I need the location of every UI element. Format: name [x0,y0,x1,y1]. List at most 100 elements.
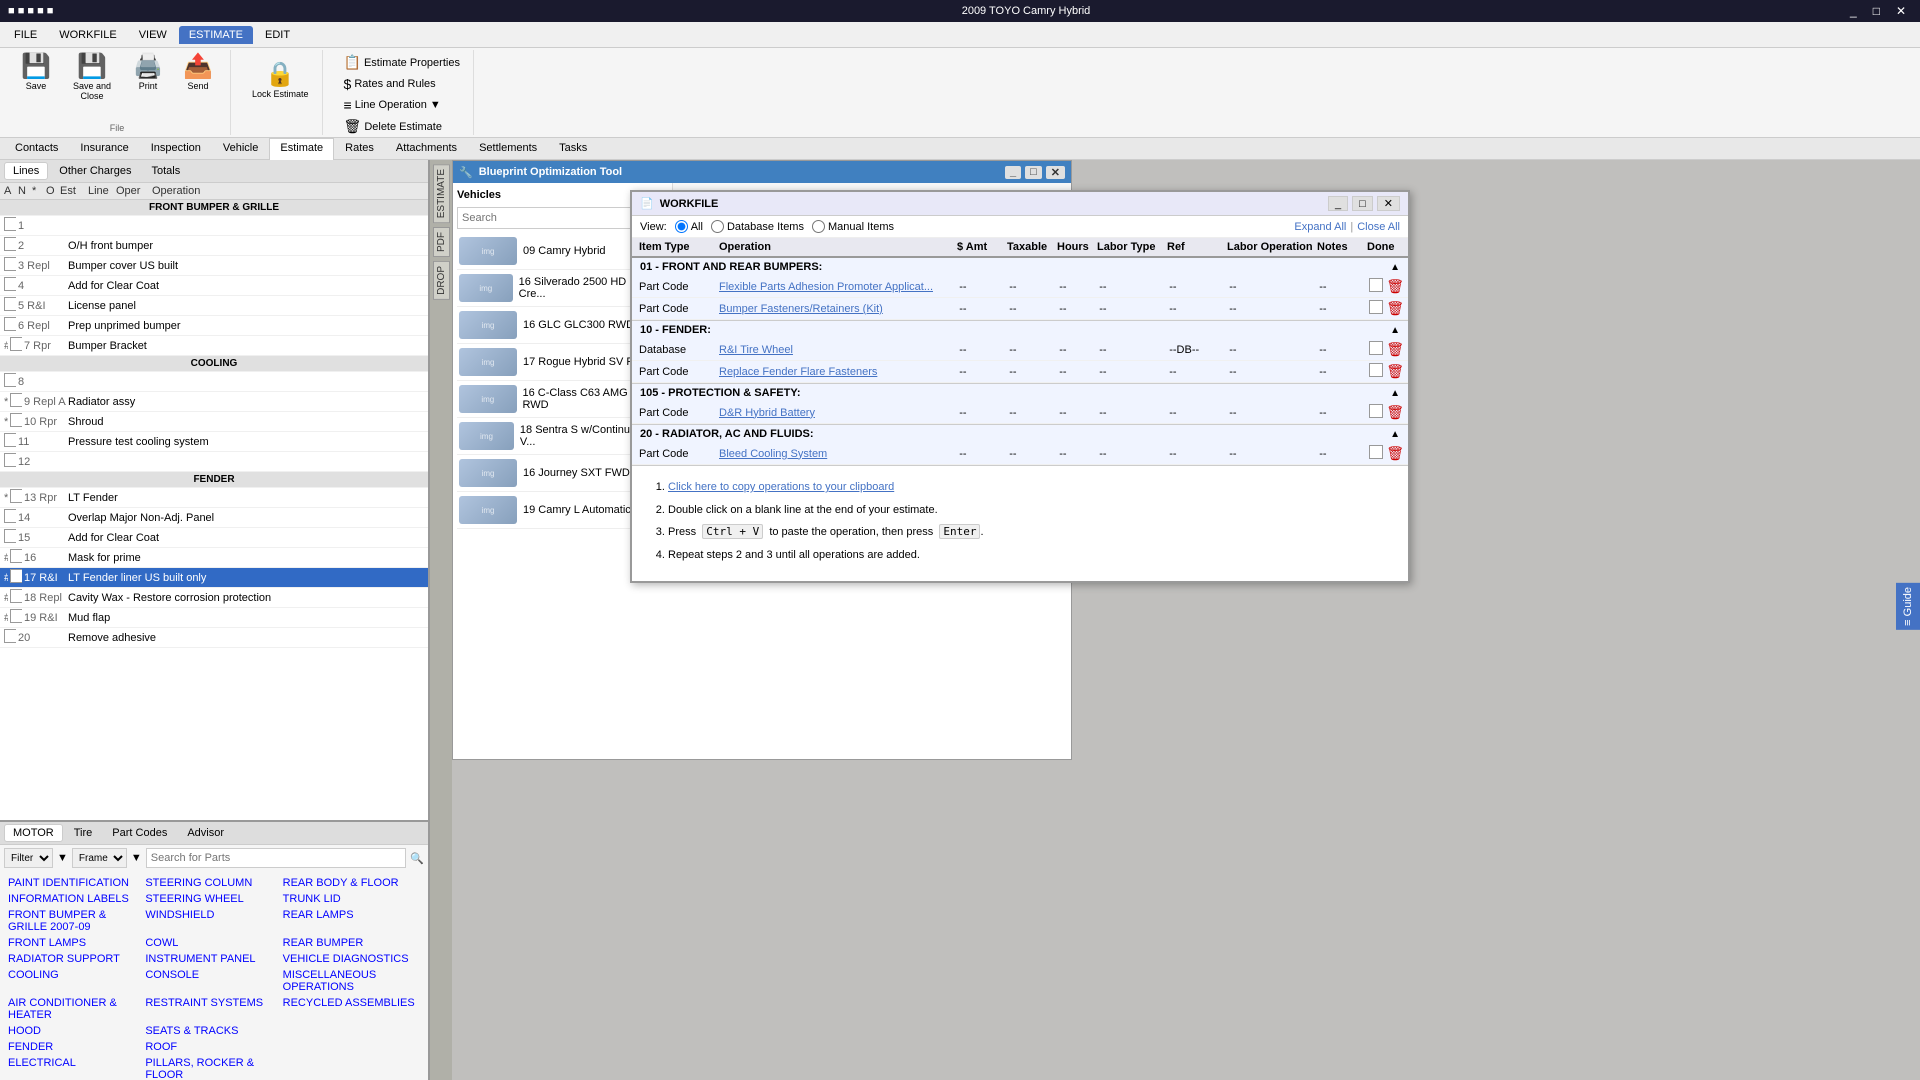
bot-tab-tire[interactable]: Tire [65,824,102,842]
row-checkbox[interactable] [10,589,22,603]
row-checkbox[interactable] [4,373,16,387]
close-btn[interactable]: ✕ [1890,4,1912,18]
part-cat-steering-col[interactable]: STEERING COLUMN [145,875,282,891]
save-button[interactable]: 💾 Save [12,52,60,104]
menu-view[interactable]: VIEW [129,26,177,44]
table-row[interactable]: 3 Repl Bumper cover US built [0,256,428,276]
wf-section-protection-header[interactable]: 105 - PROTECTION & SAFETY: ▲ [632,384,1408,402]
table-row[interactable]: 4 Add for Clear Coat [0,276,428,296]
wfi-done-check[interactable] [1366,300,1386,317]
table-row[interactable]: # 7 Rpr Bumper Bracket [0,336,428,356]
table-row[interactable]: # 16 Mask for prime [0,548,428,568]
menu-file[interactable]: FILE [4,26,47,44]
tab-attachments[interactable]: Attachments [385,138,468,159]
wf-item-row[interactable]: Part Code D&R Hybrid Battery -- -- -- --… [632,402,1408,424]
table-row[interactable]: 5 R&I License panel [0,296,428,316]
view-all-radio[interactable]: All [675,220,703,233]
maximize-btn[interactable]: □ [1867,4,1886,18]
wfi-op[interactable]: Flexible Parts Adhesion Promoter Applica… [716,281,956,293]
menu-workfile[interactable]: WORKFILE [49,26,126,44]
row-checkbox[interactable] [4,453,16,467]
row-checkbox[interactable] [4,217,16,231]
part-cat-rear-lamps[interactable]: REAR LAMPS [283,907,420,935]
row-checkbox[interactable] [4,629,16,643]
done-checkbox[interactable] [1369,404,1383,418]
wfi-done-check[interactable] [1366,341,1386,358]
wf-op-link[interactable]: D&R Hybrid Battery [719,407,815,419]
table-row[interactable]: # 18 Repl Cavity Wax - Restore corrosion… [0,588,428,608]
wf-maximize[interactable]: □ [1352,196,1373,211]
estimate-side-btn[interactable]: ESTIMATE [433,164,450,223]
row-checkbox[interactable] [10,393,22,407]
part-cat-vehicle-diag[interactable]: VEHICLE DIAGNOSTICS [283,951,420,967]
row-checkbox[interactable] [10,489,22,503]
wf-collapse-fender[interactable]: ▲ [1390,325,1400,336]
part-cat-recycled[interactable]: RECYCLED ASSEMBLIES [283,995,420,1023]
wfi-done-check[interactable] [1366,404,1386,421]
copy-ops-link[interactable]: Click here to copy operations to your cl… [668,481,894,493]
wfi-op[interactable]: D&R Hybrid Battery [716,407,956,419]
wfi-op[interactable]: R&I Tire Wheel [716,344,956,356]
done-checkbox[interactable] [1369,341,1383,355]
tab-inspection[interactable]: Inspection [140,138,212,159]
part-cat-electrical[interactable]: ELECTRICAL [8,1055,145,1080]
wf-delete-btn[interactable]: 🗑 [1386,341,1404,358]
wf-op-link[interactable]: R&I Tire Wheel [719,344,793,356]
expand-all-link[interactable]: Expand All [1294,221,1346,233]
bot-tab-motor[interactable]: MOTOR [4,824,63,842]
row-checkbox[interactable] [10,549,22,563]
wfi-done-check[interactable] [1366,363,1386,380]
wf-delete-btn[interactable]: 🗑 [1386,363,1404,380]
table-row[interactable]: 6 Repl Prep unprimed bumper [0,316,428,336]
send-button[interactable]: 📤 Send [174,52,222,104]
table-row[interactable]: 15 Add for Clear Coat [0,528,428,548]
row-checkbox[interactable] [4,317,16,331]
drop-side-btn[interactable]: DROP [433,261,450,300]
row-checkbox[interactable] [10,609,22,623]
part-cat-windshield[interactable]: WINDSHIELD [145,907,282,935]
tab-tasks[interactable]: Tasks [548,138,598,159]
part-cat-paint-id[interactable]: PAINT IDENTIFICATION [8,875,145,891]
pdf-side-btn[interactable]: PDF [433,227,450,257]
menu-edit[interactable]: EDIT [255,26,300,44]
save-close-button[interactable]: 💾 Save and Close [62,52,122,104]
row-checkbox[interactable] [4,237,16,251]
est-tab-totals[interactable]: Totals [142,162,189,180]
wf-collapse-protection[interactable]: ▲ [1390,388,1400,399]
line-operation-button[interactable]: ≡ Line Operation ▼ [339,95,465,115]
part-cat-ac-heater[interactable]: AIR CONDITIONER & HEATER [8,995,145,1023]
table-row[interactable]: ** 9 Repl A/M Radiator assy [0,392,428,412]
table-row-selected[interactable]: # 17 R&I LT Fender liner US built only [0,568,428,588]
minimize-btn[interactable]: _ [1844,4,1863,18]
window-controls[interactable]: _ □ ✕ [1844,4,1912,18]
wf-minimize[interactable]: _ [1328,196,1348,211]
row-checkbox[interactable] [10,337,22,351]
table-row[interactable]: 1 [0,216,428,236]
wf-op-link[interactable]: Flexible Parts Adhesion Promoter Applica… [719,281,933,293]
table-row[interactable]: 2 O/H front bumper [0,236,428,256]
guide-button[interactable]: ≡ Guide [1896,583,1920,630]
search-icon[interactable]: 🔍 [410,852,424,865]
wf-item-row[interactable]: Part Code Flexible Parts Adhesion Promot… [632,276,1408,298]
done-checkbox[interactable] [1369,278,1383,292]
done-checkbox[interactable] [1369,363,1383,377]
wfi-op[interactable]: Replace Fender Flare Fasteners [716,366,956,378]
table-row[interactable]: * 10 Rpr Shroud [0,412,428,432]
tab-contacts[interactable]: Contacts [4,138,69,159]
bp-close[interactable]: ✕ [1046,166,1065,179]
row-checkbox[interactable] [4,509,16,523]
blueprint-window-controls[interactable]: _ □ ✕ [1005,166,1065,179]
wf-section-bumpers-header[interactable]: 01 - FRONT AND REAR BUMPERS: ▲ [632,258,1408,276]
part-cat-rear-body[interactable]: REAR BODY & FLOOR [283,875,420,891]
bp-minimize[interactable]: _ [1005,166,1021,179]
part-cat-seats[interactable]: SEATS & TRACKS [145,1023,282,1039]
rates-rules-button[interactable]: $ Rates and Rules [339,74,465,94]
part-cat-misc-ops[interactable]: MISCELLANEOUS OPERATIONS [283,967,420,995]
estimate-props-button[interactable]: 📋 Estimate Properties [339,52,465,73]
table-row[interactable]: 11 Pressure test cooling system [0,432,428,452]
tab-rates[interactable]: Rates [334,138,385,159]
wf-item-row[interactable]: Database R&I Tire Wheel -- -- -- -- --DB… [632,339,1408,361]
view-db-radio[interactable]: Database Items [711,220,804,233]
done-checkbox[interactable] [1369,445,1383,459]
wfi-op[interactable]: Bumper Fasteners/Retainers (Kit) [716,303,956,315]
